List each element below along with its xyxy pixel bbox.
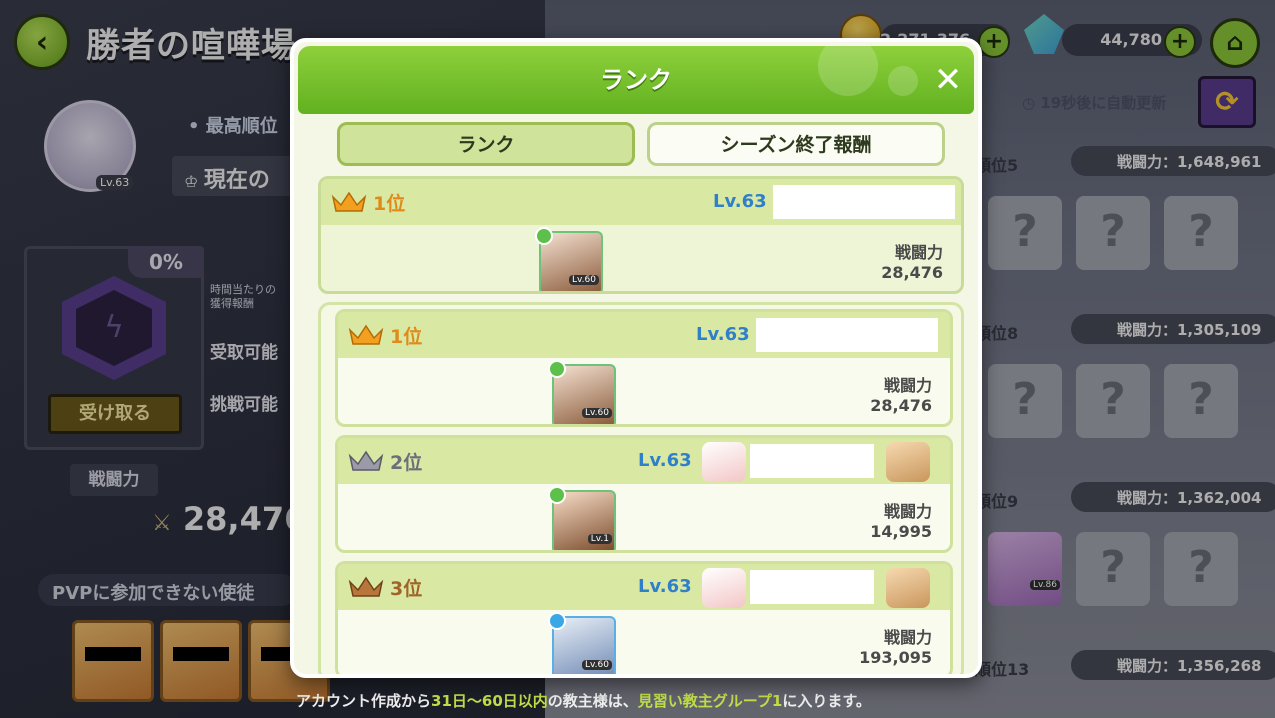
character-level: Lv.60 (582, 408, 612, 418)
rank-entry[interactable]: 1位 Lv.63 Lv.60 戦闘力 28,476 (335, 309, 953, 427)
player-name-redacted (773, 185, 955, 219)
rank-position: 1位 (390, 326, 423, 348)
companion-icon (886, 568, 930, 608)
gold-crown-icon (331, 191, 367, 212)
rank-entry[interactable]: 3位 Lv.63 Lv.60 戦闘力 193,095 (335, 561, 953, 674)
companion-icon (886, 442, 930, 482)
character-thumbnail[interactable]: Lv.60 (548, 360, 616, 424)
rank-entry[interactable]: 2位 Lv.63 Lv.1 戦闘力 14,995 (335, 435, 953, 553)
rank-position: 1位 (373, 193, 406, 215)
bronze-crown-icon (348, 576, 384, 597)
ranking-list[interactable]: 1位 Lv.63 Lv.60 戦闘力 28,476 2位 Lv.63 Lv.1 … (318, 302, 964, 674)
character-level: Lv.1 (587, 534, 612, 544)
tab-season-reward[interactable]: シーズン終了報酬 (647, 122, 945, 166)
character-level: Lv.60 (569, 275, 599, 285)
rank-list[interactable]: 1位 Lv.63 Lv.60 戦闘力 28,476 1位 Lv.63 Lv.60 (314, 172, 966, 674)
player-level: Lv.63 (713, 191, 767, 212)
character-thumbnail[interactable]: Lv.60 (535, 227, 603, 291)
silver-crown-icon (348, 450, 384, 471)
element-badge-icon (535, 227, 553, 245)
player-level: Lv.63 (638, 450, 692, 471)
companion-icon (702, 442, 746, 482)
power-value: 28,476 (870, 396, 932, 415)
character-thumbnail[interactable]: Lv.1 (548, 486, 616, 550)
element-badge-icon (548, 360, 566, 378)
close-icon[interactable]: ✕ (928, 60, 968, 100)
character-level: Lv.60 (582, 660, 612, 670)
group-info-note: アカウント作成から31日〜60日以内の教主様は、見習い教主グループ1に入ります。 (296, 692, 871, 710)
player-name-redacted (756, 318, 938, 352)
power-value: 14,995 (870, 522, 932, 541)
power-value: 193,095 (859, 648, 932, 667)
power-label: 戦闘力 (883, 376, 932, 395)
power-value: 28,476 (881, 263, 943, 282)
modal-header: ランク ✕ (298, 42, 974, 114)
character-thumbnail[interactable]: Lv.60 (548, 612, 616, 674)
tab-rank[interactable]: ランク (337, 122, 635, 166)
modal-title: ランク (600, 66, 672, 94)
power-label: 戦闘力 (894, 243, 943, 262)
element-badge-icon (548, 486, 566, 504)
rank-position: 2位 (390, 452, 423, 474)
player-name-redacted (750, 444, 874, 478)
element-badge-icon (548, 612, 566, 630)
companion-icon (702, 568, 746, 608)
player-name-redacted (750, 570, 874, 604)
player-level: Lv.63 (696, 324, 750, 345)
rank-position: 3位 (390, 578, 423, 600)
rank-modal: ランク ✕ ランク シーズン終了報酬 1位 Lv.63 Lv.60 戦闘力 28… (290, 38, 982, 678)
my-rank-entry[interactable]: 1位 Lv.63 Lv.60 戦闘力 28,476 (318, 176, 964, 294)
gold-crown-icon (348, 324, 384, 345)
power-label: 戦闘力 (883, 628, 932, 647)
player-level: Lv.63 (638, 576, 692, 597)
power-label: 戦闘力 (883, 502, 932, 521)
